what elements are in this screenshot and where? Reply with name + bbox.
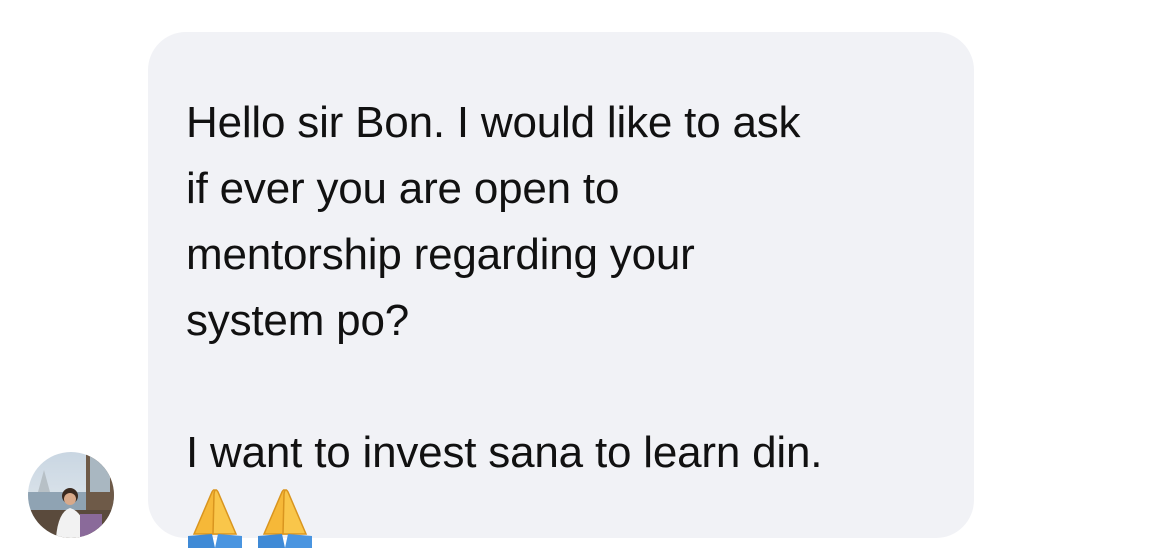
- folded-hands-icon: [188, 489, 242, 548]
- message-line: I want to invest sana to learn din.: [186, 428, 823, 477]
- message-line: mentorship regarding your: [186, 230, 695, 279]
- message-spacer: [186, 354, 936, 420]
- emoji-row: [186, 488, 936, 548]
- profile-photo: [28, 452, 114, 538]
- message-line: Hello sir Bon. I would like to ask: [186, 98, 801, 147]
- message-bubble[interactable]: Hello sir Bon. I would like to ask if ev…: [148, 32, 974, 548]
- message-line: if ever you are open to: [186, 164, 620, 213]
- folded-hands-icon: [258, 489, 312, 548]
- message-line: system po?: [186, 296, 409, 345]
- sender-avatar[interactable]: [28, 452, 114, 538]
- chat-area: Hello sir Bon. I would like to ask if ev…: [0, 0, 1169, 551]
